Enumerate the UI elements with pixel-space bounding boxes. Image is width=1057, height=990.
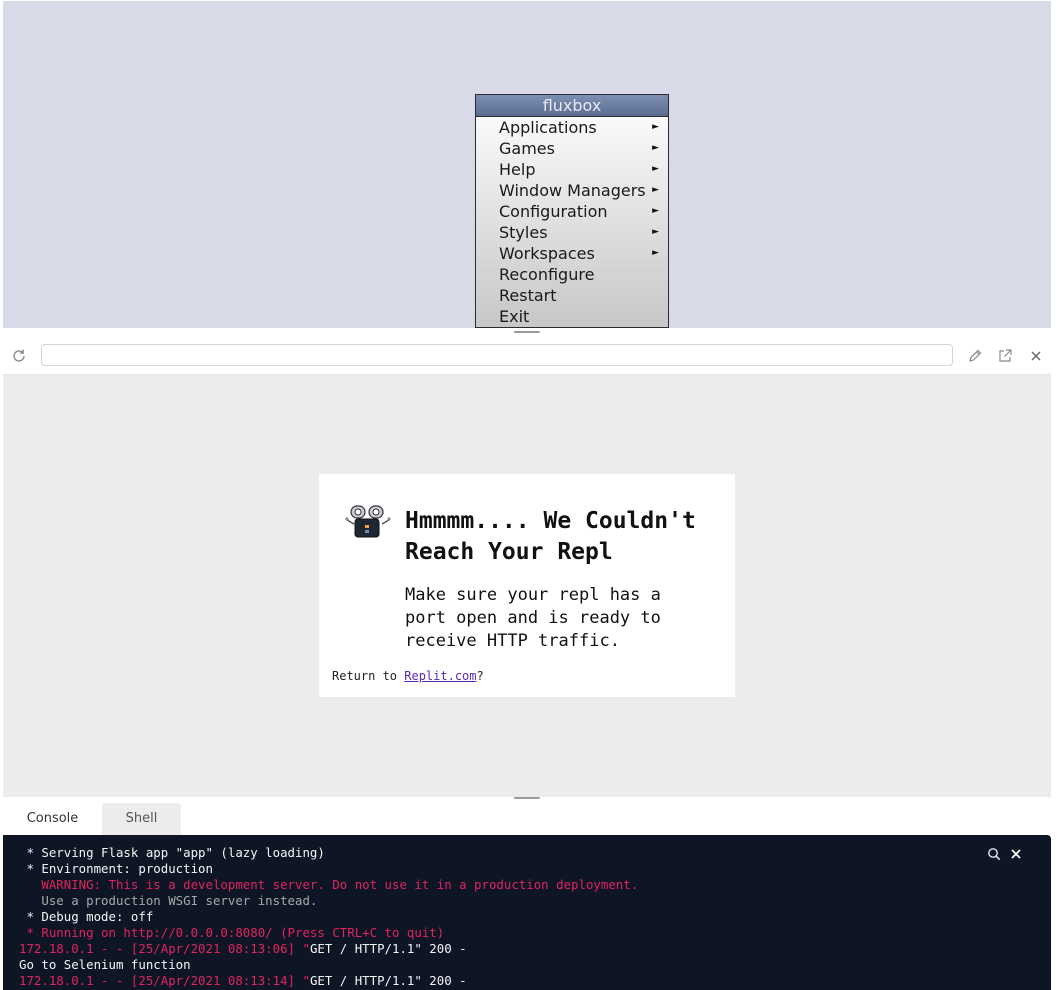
console-line: 172.18.0.1 - - [25/Apr/2021 08:13:06] "G… xyxy=(19,941,638,957)
error-card: Hmmmm.... We Couldn't Reach Your Repl Ma… xyxy=(319,474,735,697)
fluxbox-menu-title: fluxbox xyxy=(476,95,668,117)
submenu-arrow-icon: ► xyxy=(652,206,659,216)
fluxbox-menu-item-exit[interactable]: Exit xyxy=(476,306,668,327)
submenu-arrow-icon: ► xyxy=(652,227,659,237)
error-title-line-2: Reach Your Repl xyxy=(405,539,613,565)
replit-home-link[interactable]: Replit.com xyxy=(404,669,476,683)
console-line: Use a production WSGI server instead. xyxy=(19,893,318,908)
return-text: Return to Replit.com? xyxy=(332,669,484,683)
edit-icon[interactable] xyxy=(967,348,983,364)
fluxbox-menu-item-label: Styles xyxy=(499,223,548,242)
fluxbox-menu-item-label: Exit xyxy=(499,307,530,326)
submenu-arrow-icon: ► xyxy=(652,143,659,153)
search-icon[interactable] xyxy=(987,847,1001,861)
preview-url-input[interactable] xyxy=(41,344,953,366)
console-line: 172.18.0.1 - - [25/Apr/2021 08:13:14] "G… xyxy=(19,973,638,989)
desktop-resize-handle[interactable] xyxy=(514,331,540,333)
replit-robot-icon xyxy=(345,505,391,538)
error-title: Hmmmm.... We Couldn't Reach Your Repl xyxy=(405,506,725,568)
fluxbox-menu-item-reconfigure[interactable]: Reconfigure xyxy=(476,264,668,285)
fluxbox-menu-item-label: Configuration xyxy=(499,202,608,221)
tab-shell[interactable]: Shell xyxy=(102,803,181,835)
preview-frame: Hmmmm.... We Couldn't Reach Your Repl Ma… xyxy=(3,375,1051,797)
console-line: * Serving Flask app "app" (lazy loading) xyxy=(19,845,325,860)
console-line: Go to Selenium function xyxy=(19,957,191,972)
console-line: WARNING: This is a development server. D… xyxy=(19,877,639,892)
return-suffix: ? xyxy=(476,669,484,683)
submenu-arrow-icon: ► xyxy=(652,185,659,195)
submenu-arrow-icon: ► xyxy=(652,248,659,258)
fluxbox-root-menu: fluxbox Applications ► Games ► Help ► Window M… xyxy=(475,94,669,328)
fluxbox-menu-item-label: Games xyxy=(499,139,555,158)
console-line-segment: 172.18.0.1 - - [25/Apr/2021 08:13:14] " xyxy=(19,973,310,988)
submenu-arrow-icon: ► xyxy=(652,122,659,132)
close-console-icon[interactable] xyxy=(1009,847,1023,861)
close-preview-icon[interactable] xyxy=(1028,348,1044,364)
return-prefix: Return to xyxy=(332,669,405,683)
console-line-segment: GET / HTTP/1.1" 200 - xyxy=(309,941,467,956)
console-line: * Running on http://0.0.0.0:8080/ (Press… xyxy=(19,925,445,940)
fluxbox-menu-item-label: Applications xyxy=(499,118,597,137)
fluxbox-menu-item-window-managers[interactable]: Window Managers ► xyxy=(476,180,668,201)
fluxbox-menu-item-label: Restart xyxy=(499,286,557,305)
console-output[interactable]: * Serving Flask app "app" (lazy loading)… xyxy=(3,835,1051,990)
remote-desktop[interactable]: fluxbox Applications ► Games ► Help ► Window M… xyxy=(3,1,1051,328)
fluxbox-menu-item-workspaces[interactable]: Workspaces ► xyxy=(476,243,668,264)
fluxbox-menu-items: Applications ► Games ► Help ► Window Managers ►… xyxy=(476,117,668,327)
preview-toolbar xyxy=(3,337,1051,375)
fluxbox-menu-item-label: Reconfigure xyxy=(499,265,595,284)
submenu-arrow-icon: ► xyxy=(652,164,659,174)
fluxbox-menu-item-games[interactable]: Games ► xyxy=(476,138,668,159)
console-line-segment: 172.18.0.1 - - [25/Apr/2021 08:13:06] " xyxy=(19,941,310,956)
preview-resize-handle[interactable] xyxy=(514,797,540,799)
fluxbox-menu-item-label: Workspaces xyxy=(499,244,595,263)
refresh-icon[interactable] xyxy=(11,348,27,364)
error-title-line-1: Hmmmm.... We Couldn't xyxy=(405,508,696,534)
open-external-icon[interactable] xyxy=(997,348,1013,364)
fluxbox-menu-item-applications[interactable]: Applications ► xyxy=(476,117,668,138)
console-lines: * Serving Flask app "app" (lazy loading)… xyxy=(19,845,638,990)
tab-console[interactable]: Console xyxy=(3,803,102,835)
fluxbox-menu-item-label: Help xyxy=(499,160,536,179)
console-line: * Environment: production xyxy=(19,861,213,876)
fluxbox-menu-item-help[interactable]: Help ► xyxy=(476,159,668,180)
console-line: * Debug mode: off xyxy=(19,909,154,924)
console-line-segment: GET / HTTP/1.1" 200 - xyxy=(309,973,467,988)
fluxbox-menu-item-restart[interactable]: Restart xyxy=(476,285,668,306)
fluxbox-menu-item-label: Window Managers xyxy=(499,181,646,200)
error-message: Make sure your repl has a port open and … xyxy=(405,585,661,651)
fluxbox-menu-item-configuration[interactable]: Configuration ► xyxy=(476,201,668,222)
fluxbox-menu-item-styles[interactable]: Styles ► xyxy=(476,222,668,243)
